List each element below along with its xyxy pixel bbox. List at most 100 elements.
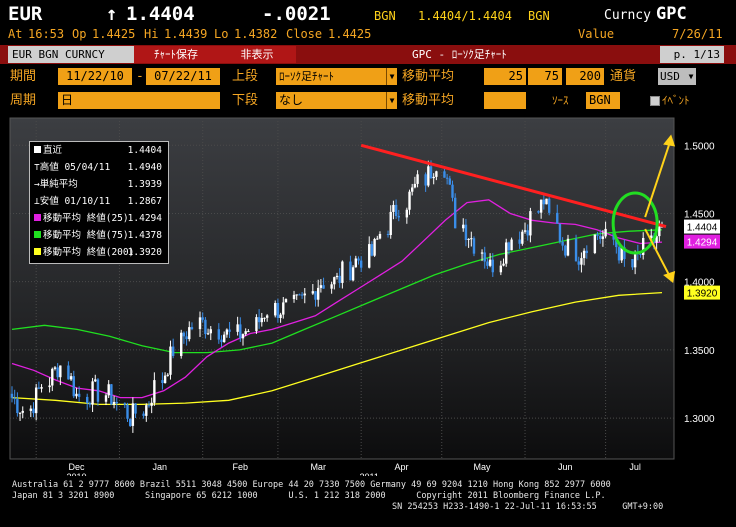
candle-body: [351, 267, 355, 281]
candle-body: [453, 197, 457, 229]
legend-avg-value: 1.3939: [127, 179, 162, 190]
upper-panel-dropdown-icon[interactable]: ▼: [386, 68, 397, 85]
candle-body: [483, 252, 486, 262]
candle-body: [209, 329, 212, 334]
candle-body: [279, 314, 282, 318]
lower-panel-label: 下段: [232, 93, 259, 108]
candle-body: [338, 275, 341, 283]
value-label: Value: [578, 27, 615, 41]
ma1-field[interactable]: 25: [484, 68, 526, 85]
lower-panel-dropdown-icon[interactable]: ▼: [386, 92, 397, 109]
legend-low-value: 1.2867: [127, 196, 162, 207]
candle-body: [386, 233, 390, 235]
candle-body: [67, 365, 70, 380]
candle-body: [491, 259, 494, 273]
candle-body: [131, 403, 135, 426]
candle-body: [311, 291, 315, 294]
x-tick-label: Jun: [558, 462, 573, 472]
bid-ask: 1.4404/1.4404: [418, 9, 512, 23]
candle-body: [13, 397, 16, 400]
upper-panel-select[interactable]: ﾛｰｿｸ足ﾁｬｰﾄ: [276, 68, 386, 85]
tab-save-chart[interactable]: ﾁｬｰﾄ保存: [134, 46, 218, 63]
tab-hide[interactable]: 非表示: [218, 46, 296, 63]
candle-body: [413, 183, 417, 188]
high-value: 1.4439: [164, 27, 208, 41]
ma-lower-field[interactable]: [484, 92, 526, 109]
x-year-label: 2010: [66, 472, 86, 476]
candle-body: [389, 211, 392, 235]
square-icon: [34, 214, 41, 221]
candle-body: [314, 291, 317, 300]
currency-select[interactable]: USD: [658, 68, 686, 85]
candle-body: [658, 226, 661, 237]
candle-body: [142, 413, 145, 416]
candle-body: [59, 365, 62, 378]
candle-body: [96, 379, 100, 402]
candle-body: [585, 250, 588, 254]
candle-body: [617, 247, 621, 261]
ma3-field[interactable]: 200: [566, 68, 604, 85]
open-label: Op: [72, 27, 87, 41]
candle-body: [451, 184, 454, 198]
candle-body: [537, 211, 540, 213]
date-from-field[interactable]: 11/22/10: [58, 68, 132, 85]
currency-dropdown-icon[interactable]: ▼: [686, 68, 696, 85]
candle-body: [319, 285, 323, 288]
candle-body: [255, 317, 258, 332]
candle-body: [394, 204, 398, 216]
legend-last-value: 1.4404: [127, 145, 162, 156]
cycle-select[interactable]: 日: [58, 92, 220, 109]
candle-body: [147, 405, 151, 407]
candle-body: [604, 228, 607, 237]
candle-body: [448, 178, 452, 185]
candle-body: [370, 244, 374, 256]
header-row-1: EUR ↑ 1.4404 -.0021 BGN 1.4404/1.4404 BG…: [4, 3, 732, 25]
square-icon: [34, 146, 41, 153]
candle-body: [51, 368, 54, 386]
bid-ask-source: BGN: [528, 9, 550, 23]
candle-body: [464, 224, 468, 240]
date-to-field[interactable]: 07/22/11: [146, 68, 220, 85]
candle-body: [507, 242, 511, 251]
x-year-label: 2011: [360, 472, 379, 476]
candle-body: [185, 336, 188, 340]
tab-security[interactable]: EUR BGN CURNCY: [8, 46, 134, 63]
candle-body: [145, 405, 148, 416]
candle-body: [330, 284, 333, 289]
legend-ma25: 移動平均 終値(25): [34, 213, 129, 225]
candle-body: [359, 260, 363, 268]
controls-row-1: 期間 11/22/10 - 07/22/11 上段 ﾛｰｿｸ足ﾁｬｰﾄ ▼ 移動…: [0, 67, 736, 87]
page-indicator[interactable]: p. 1/13: [660, 46, 724, 63]
candle-body: [631, 259, 634, 268]
candle-body: [424, 174, 427, 186]
candle-body: [435, 171, 438, 177]
x-tick-label: Apr: [394, 462, 408, 472]
candle-body: [467, 238, 470, 240]
legend-low: ⊥安値 01/10/11: [34, 196, 111, 207]
candle-body: [529, 211, 532, 236]
event-checkbox[interactable]: [650, 96, 660, 106]
candle-body: [236, 324, 239, 332]
open-value: 1.4425: [92, 27, 136, 41]
candle-body: [188, 327, 191, 340]
candle-body: [69, 376, 73, 380]
candle-body: [335, 275, 339, 278]
ma2-field[interactable]: 75: [528, 68, 562, 85]
candle-body: [443, 171, 446, 178]
y-tick-label: 1.3000: [684, 414, 715, 425]
candle-body: [72, 376, 75, 397]
legend-ma75-value: 1.4378: [127, 230, 162, 241]
price-tag-label: 1.4294: [687, 238, 718, 249]
price-tag-label: 1.4404: [687, 223, 718, 234]
candle-body: [265, 315, 269, 318]
candle-body: [104, 395, 108, 402]
candle-body: [48, 385, 51, 388]
lower-panel-select[interactable]: なし: [276, 92, 386, 109]
legend-high: ⊤高値 05/04/11: [34, 162, 111, 173]
candle-body: [292, 294, 296, 300]
ma-label-lower: 移動平均: [402, 93, 455, 108]
candle-body: [333, 277, 336, 285]
candle-body: [161, 380, 164, 383]
source-field[interactable]: BGN: [586, 92, 620, 109]
candle-body: [241, 334, 245, 339]
